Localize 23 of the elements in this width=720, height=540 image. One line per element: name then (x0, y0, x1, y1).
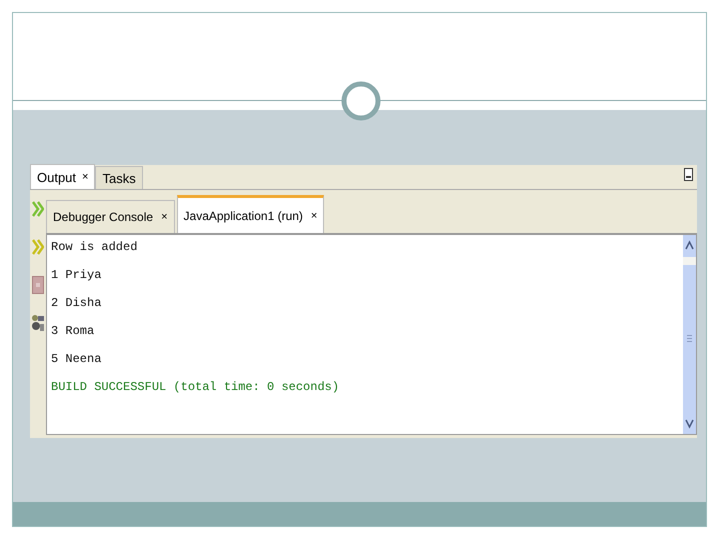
scroll-track[interactable] (683, 257, 696, 265)
tab[interactable]: JavaApplication1 (run) × (176, 195, 324, 233)
tab[interactable]: Output × (30, 164, 96, 189)
stop-icon[interactable] (32, 276, 44, 294)
scroll-thumb[interactable] (683, 265, 696, 412)
tab[interactable]: Debugger Console × (46, 200, 175, 233)
scrollbar[interactable] (683, 235, 696, 434)
output-line: 3 Roma (51, 323, 96, 340)
rerun-icon[interactable] (32, 238, 44, 256)
output-line: 1 Priya (51, 267, 102, 284)
output-line: 5 Neena (51, 351, 102, 368)
scroll-down-icon[interactable] (683, 412, 696, 434)
output-line: 2 Disha (51, 295, 102, 312)
close-icon[interactable]: × (161, 211, 168, 223)
rerun-icon[interactable] (32, 200, 44, 218)
close-icon[interactable]: × (310, 210, 318, 222)
scroll-up-icon[interactable] (683, 235, 696, 257)
minimize-icon[interactable] (684, 168, 693, 180)
tab[interactable]: Tasks (95, 166, 143, 189)
output-line: BUILD SUCCESSFUL (total time: 0 seconds) (51, 379, 340, 396)
output-line: Row is added (51, 239, 138, 256)
tools-icon[interactable] (31, 314, 45, 332)
close-icon[interactable]: × (82, 171, 88, 183)
